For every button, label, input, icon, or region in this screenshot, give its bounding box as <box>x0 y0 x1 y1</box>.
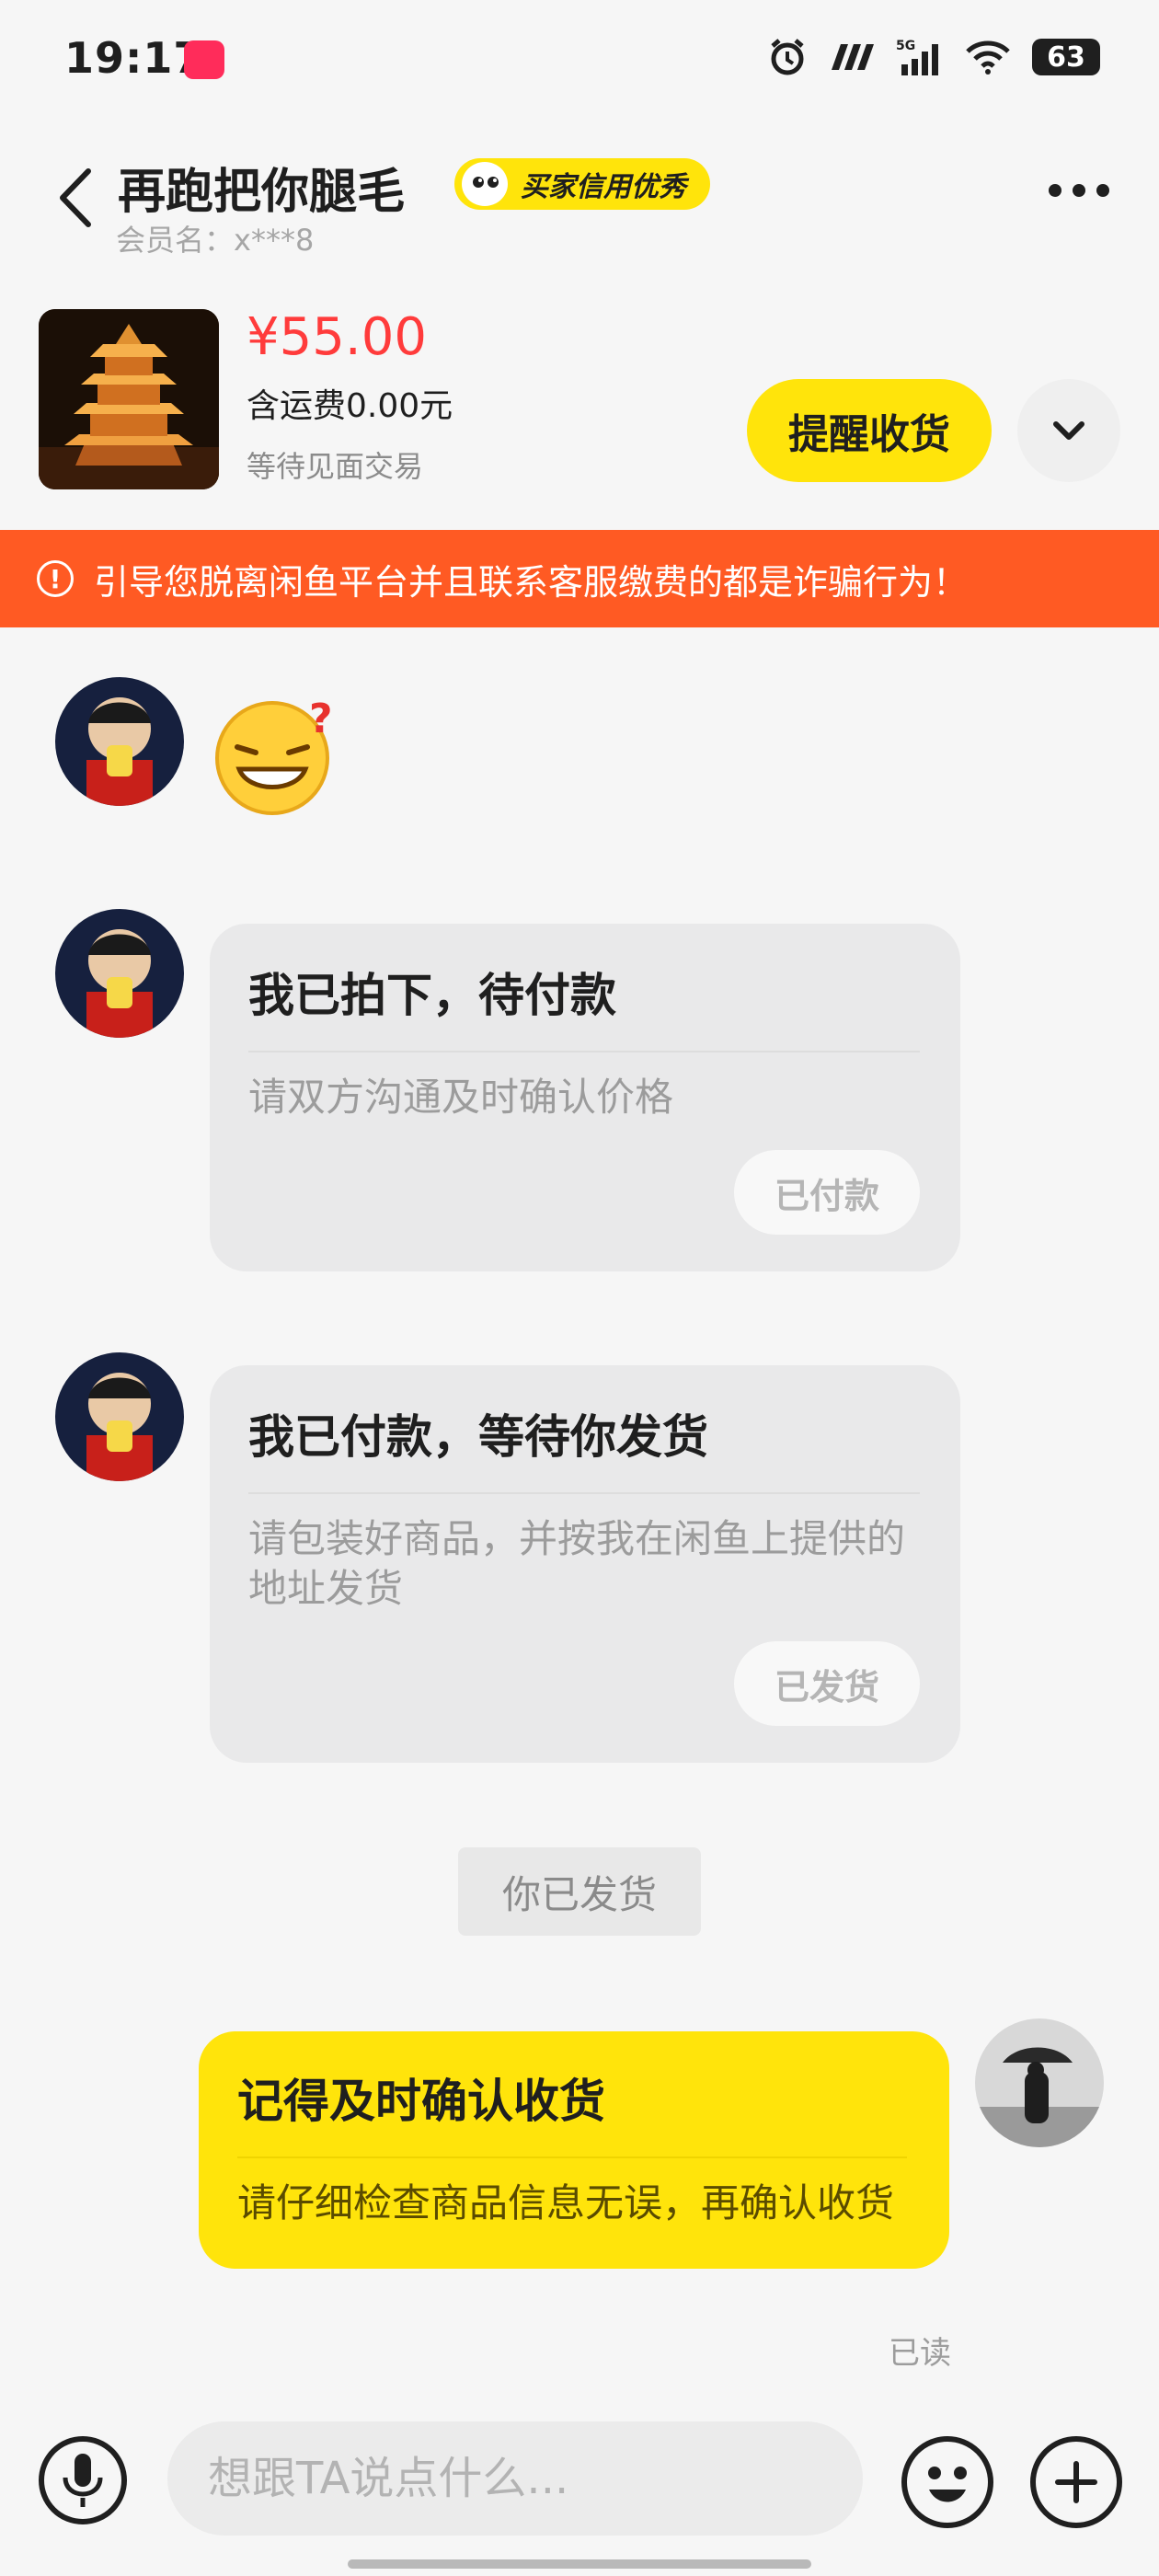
shipping-fee: 含运费0.00元 <box>247 387 453 425</box>
system-notice: 你已发货 <box>458 1847 701 1936</box>
fraud-warning-banner: ! 引导您脱离闲鱼平台并且联系客服缴费的都是诈骗行为！ <box>0 530 1159 627</box>
xianyu-app-icon <box>184 40 224 79</box>
alarm-icon <box>771 39 804 75</box>
wifi-icon <box>966 40 1010 75</box>
more-actions-button[interactable] <box>1030 2436 1122 2528</box>
home-indicator[interactable] <box>348 2559 811 2569</box>
card-title: 我已拍下，待付款 <box>248 969 616 1022</box>
shipped-button[interactable]: 已发货 <box>734 1641 920 1726</box>
grin-sweat-question-emoji-icon: ? <box>215 696 333 815</box>
seller-avatar[interactable] <box>55 909 184 1038</box>
emoji-message: ? <box>212 696 340 821</box>
warning-icon: ! <box>37 560 74 597</box>
divider <box>248 1492 920 1494</box>
card-description: 请仔细检查商品信息无误，再确认收货 <box>237 2180 895 2225</box>
back-button[interactable] <box>52 166 103 230</box>
member-name: 会员名：x***8 <box>116 223 315 258</box>
divider <box>248 1051 920 1052</box>
more-dot-icon <box>1073 184 1085 197</box>
mascot-icon <box>462 162 508 206</box>
status-bar: 19:17 5G 63 <box>0 0 1159 129</box>
card-title: 记得及时确认收货 <box>237 2075 605 2128</box>
chevron-down-icon <box>1053 421 1084 440</box>
remind-receipt-button[interactable]: 提醒收货 <box>747 379 992 482</box>
read-receipt: 已读 <box>889 2335 951 2372</box>
cellular-5g-icon: 5G <box>896 39 938 75</box>
product-thumbnail[interactable] <box>39 309 219 489</box>
microphone-icon <box>63 2454 103 2507</box>
my-avatar[interactable] <box>975 2018 1104 2147</box>
voice-input-button[interactable] <box>39 2436 127 2524</box>
svg-text:5G: 5G <box>896 39 915 53</box>
seller-avatar[interactable] <box>55 677 184 806</box>
status-icons: 5G 63 <box>767 37 1100 77</box>
divider <box>237 2156 907 2158</box>
card-title: 我已付款，等待你发货 <box>248 1410 708 1464</box>
chevron-left-icon <box>60 168 91 227</box>
plus-icon <box>1055 2461 1097 2503</box>
credit-badge-label: 买家信用优秀 <box>521 171 686 203</box>
expand-button[interactable] <box>1017 379 1120 482</box>
more-options-button[interactable] <box>1049 184 1109 197</box>
order-card-placed: 我已拍下，待付款 请双方沟通及时确认价格 已付款 <box>210 924 960 1271</box>
smiley-icon <box>928 2467 967 2502</box>
order-card-paid: 我已付款，等待你发货 请包装好商品，并按我在闲鱼上提供的地址发货 已发货 <box>210 1365 960 1763</box>
product-price: ¥55.00 <box>247 307 427 367</box>
seller-avatar[interactable] <box>55 1352 184 1481</box>
order-card-confirm: 记得及时确认收货 请仔细检查商品信息无误，再确认收货 <box>199 2031 949 2269</box>
card-description: 请包装好商品，并按我在闲鱼上提供的地址发货 <box>248 1516 906 1611</box>
fraud-warning-text: 引导您脱离闲鱼平台并且联系客服缴费的都是诈骗行为！ <box>94 561 969 603</box>
chat-title: 再跑把你腿毛 <box>118 165 406 220</box>
message-input[interactable] <box>167 2421 863 2536</box>
card-description: 请双方沟通及时确认价格 <box>248 1075 674 1120</box>
credit-badge: 买家信用优秀 <box>454 158 710 210</box>
status-time: 19:17 <box>64 33 204 83</box>
trade-status: 等待见面交易 <box>247 449 424 484</box>
more-dot-icon <box>1096 184 1109 197</box>
emoji-button[interactable] <box>901 2436 993 2528</box>
more-dot-icon <box>1049 184 1061 197</box>
battery-indicator: 63 <box>1032 39 1100 75</box>
hd-signal-icon <box>832 44 874 70</box>
paid-button[interactable]: 已付款 <box>734 1150 920 1235</box>
svg-text:?: ? <box>309 696 333 742</box>
